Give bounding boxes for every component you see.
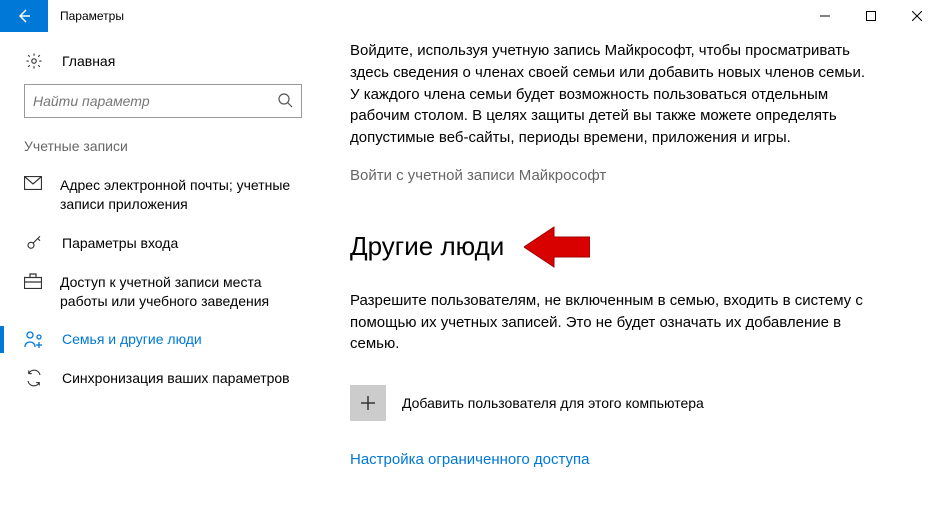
sidebar-item-label: Семья и другие люди [62, 330, 202, 349]
other-people-description: Разрешите пользователям, не включенным в… [350, 290, 870, 355]
other-people-heading: Другие люди [350, 231, 504, 262]
close-button[interactable] [894, 0, 940, 32]
briefcase-icon [24, 273, 42, 289]
content-pane: Войдите, используя учетную запись Майкро… [320, 32, 940, 510]
sidebar-item-label: Доступ к учетной записи места работы или… [60, 273, 302, 311]
key-icon [24, 234, 44, 252]
maximize-button[interactable] [848, 0, 894, 32]
add-user-row[interactable]: Добавить пользователя для этого компьюте… [350, 385, 900, 421]
titlebar: Параметры [0, 0, 940, 32]
search-icon [277, 92, 293, 111]
close-icon [912, 11, 922, 21]
sidebar-item-label: Синхронизация ваших параметров [62, 369, 290, 388]
mail-icon [24, 176, 42, 190]
restricted-access-link[interactable]: Настройка ограниченного доступа [350, 451, 900, 468]
window-title: Параметры [48, 0, 802, 32]
people-icon [24, 330, 44, 348]
arrow-left-icon [16, 8, 32, 24]
signin-microsoft-link[interactable]: Войти с учетной записи Майкрософт [350, 167, 606, 184]
sidebar-item-family[interactable]: Семья и другие люди [16, 320, 310, 359]
sidebar-item-label: Адрес электронной почты; учетные записи … [60, 176, 302, 214]
plus-icon [360, 395, 376, 411]
add-user-button[interactable] [350, 385, 386, 421]
family-description: Войдите, используя учетную запись Майкро… [350, 40, 870, 149]
sync-icon [24, 369, 44, 387]
sidebar-home[interactable]: Главная [16, 44, 310, 84]
sidebar-item-label: Параметры входа [62, 234, 178, 253]
sidebar-category: Учетные записи [16, 138, 310, 166]
search-input[interactable] [33, 93, 277, 109]
back-button[interactable] [0, 0, 48, 32]
sidebar-item-email[interactable]: Адрес электронной почты; учетные записи … [16, 166, 310, 224]
window-controls [802, 0, 940, 32]
minimize-icon [820, 11, 830, 21]
maximize-icon [866, 11, 876, 21]
add-user-label: Добавить пользователя для этого компьюте… [402, 395, 704, 411]
sidebar: Главная Учетные записи Адрес электронной… [0, 32, 320, 510]
other-people-heading-row: Другие люди [350, 224, 900, 270]
red-arrow-icon [524, 224, 590, 270]
sidebar-item-work-access[interactable]: Доступ к учетной записи места работы или… [16, 263, 310, 321]
gear-icon [24, 52, 44, 70]
minimize-button[interactable] [802, 0, 848, 32]
sidebar-item-signin-options[interactable]: Параметры входа [16, 224, 310, 263]
sidebar-home-label: Главная [62, 53, 115, 69]
search-box[interactable] [24, 84, 302, 118]
sidebar-item-sync[interactable]: Синхронизация ваших параметров [16, 359, 310, 398]
